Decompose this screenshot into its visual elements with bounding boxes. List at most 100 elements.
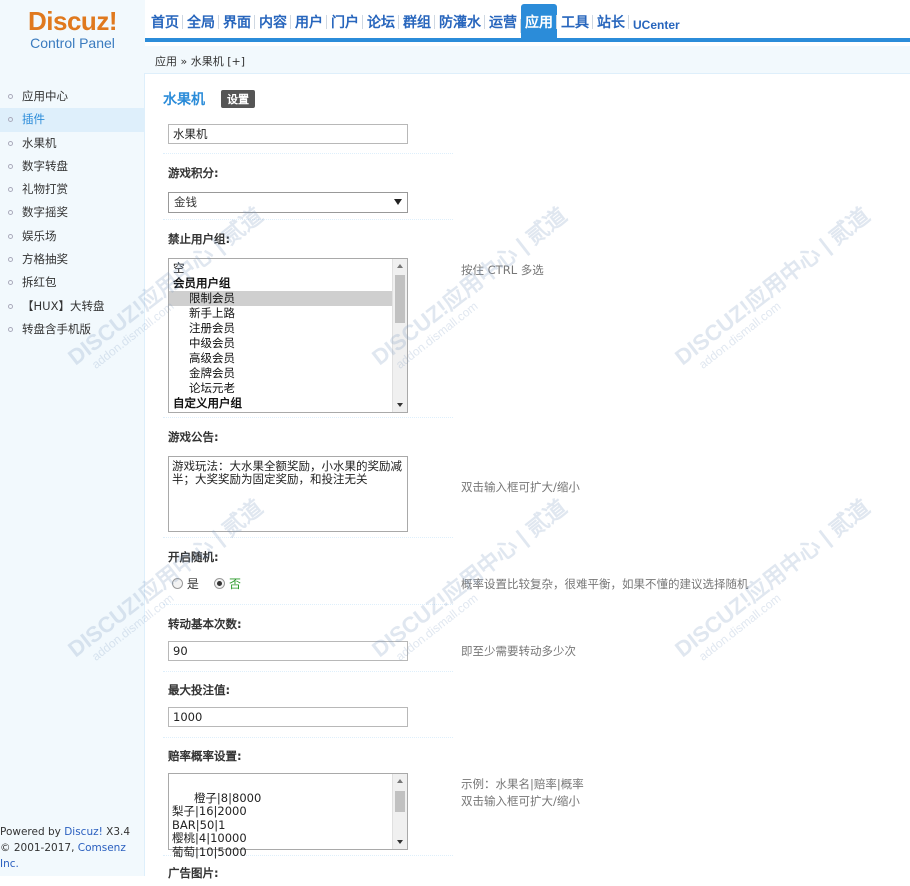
row-spin-count: 转动基本次数: 90 bbox=[163, 605, 453, 672]
settings-tab-button[interactable]: 设置 bbox=[221, 90, 255, 108]
spin-label: 转动基本次数: bbox=[168, 617, 242, 631]
listbox-option[interactable]: 限制会员 bbox=[169, 291, 407, 306]
sidebar-item-number-wheel[interactable]: 数字转盘 bbox=[0, 155, 144, 178]
nav-antispam[interactable]: 防灌水 bbox=[434, 12, 485, 38]
odds-textarea[interactable]: 橙子|8|8000 梨子|16|2000 BAR|50|1 樱桃|4|10000… bbox=[168, 773, 408, 858]
name-input[interactable]: 水果机 bbox=[168, 124, 408, 144]
sidebar-item-plugins[interactable]: 插件 bbox=[0, 108, 144, 132]
listbox-scrollbar[interactable] bbox=[392, 259, 407, 412]
notice-tip: 双击输入框可扩大/缩小 bbox=[461, 480, 580, 494]
random-yes-label[interactable]: 是 bbox=[187, 577, 199, 591]
row-random: 开启随机: 是 否 bbox=[163, 538, 453, 605]
random-radio-group: 是 否 bbox=[172, 575, 241, 592]
nav-operation[interactable]: 运营 bbox=[484, 12, 521, 38]
scroll-up-icon[interactable] bbox=[397, 264, 403, 268]
sidebar-item-fruit-machine[interactable]: 水果机 bbox=[0, 132, 144, 155]
sidebar-item-red-packet[interactable]: 拆红包 bbox=[0, 271, 144, 294]
odds-tip-resize: 双击输入框可扩大/缩小 bbox=[461, 794, 580, 808]
breadcrumb: 应用 » 水果机 [+] bbox=[145, 46, 910, 74]
random-yes-radio[interactable] bbox=[172, 578, 183, 589]
bullet-icon bbox=[8, 326, 13, 332]
sidebar: 应用中心 插件 水果机 数字转盘 礼物打赏 数字摇奖 娱乐场 方格抽奖 拆红包 … bbox=[0, 73, 145, 876]
odds-textarea-text: 橙子|8|8000 梨子|16|2000 BAR|50|1 樱桃|4|10000… bbox=[172, 790, 262, 859]
row-banned-groups: 禁止用户组: 空会员用户组 限制会员 新手上路 注册会员 中级会员 高级会员 金牌会员 论坛元… bbox=[163, 220, 453, 418]
odds-tip-example: 示例：水果名|赔率|概率 bbox=[461, 777, 584, 791]
nav-forum[interactable]: 论坛 bbox=[362, 12, 399, 38]
listbox-option[interactable]: 会员用户组 bbox=[169, 276, 407, 291]
sidebar-item-number-lottery[interactable]: 数字摇奖 bbox=[0, 201, 144, 224]
nav-global[interactable]: 全局 bbox=[182, 12, 219, 38]
dropdown-arrow-icon bbox=[394, 199, 402, 205]
page-title-bar: 水果机 设置 bbox=[163, 86, 910, 112]
listbox-option[interactable]: 中级会员 bbox=[169, 336, 407, 351]
main-content: 水果机 设置 水果机 游戏积分: 金钱 禁止用户组: 空会员用户组 限制会员 新手上… bbox=[163, 86, 910, 880]
nav-apps[interactable]: 应用 bbox=[520, 4, 557, 42]
listbox-option[interactable]: 注册会员 bbox=[169, 321, 407, 336]
sidebar-item-casino[interactable]: 娱乐场 bbox=[0, 225, 144, 248]
listbox-option[interactable]: 论坛元老 bbox=[169, 381, 407, 396]
scroll-up-icon[interactable] bbox=[397, 779, 403, 783]
banned-groups-listbox[interactable]: 空会员用户组 限制会员 新手上路 注册会员 中级会员 高级会员 金牌会员 论坛元老 自定义用户组 bbox=[168, 258, 408, 413]
sidebar-item-app-center[interactable]: 应用中心 bbox=[0, 85, 144, 108]
nav-portal[interactable]: 门户 bbox=[326, 12, 363, 38]
nav-tools[interactable]: 工具 bbox=[556, 12, 593, 38]
nav-admin[interactable]: 站长 bbox=[592, 12, 629, 38]
scroll-down-icon[interactable] bbox=[397, 840, 403, 844]
textarea-scrollbar[interactable] bbox=[392, 774, 407, 849]
sidebar-item-gift-tip[interactable]: 礼物打赏 bbox=[0, 178, 144, 201]
nav-home[interactable]: 首页 bbox=[147, 12, 183, 38]
random-no-radio[interactable] bbox=[214, 578, 226, 589]
ban-tip: 按住 CTRL 多选 bbox=[461, 263, 544, 277]
odds-tip: 示例：水果名|赔率|概率 双击输入框可扩大/缩小 bbox=[461, 776, 584, 810]
sidebar-item-grid-draw[interactable]: 方格抽奖 bbox=[0, 248, 144, 271]
nav-user[interactable]: 用户 bbox=[290, 12, 327, 38]
row-max-bet: 最大投注值: 1000 bbox=[163, 672, 453, 738]
scroll-down-icon[interactable] bbox=[397, 403, 403, 407]
spin-tip: 即至少需要转动多少次 bbox=[461, 644, 576, 658]
scroll-thumb[interactable] bbox=[395, 275, 405, 323]
bullet-icon bbox=[8, 140, 13, 146]
notice-textarea[interactable]: 游戏玩法：大水果全额奖励，小水果的奖励减半；大奖奖励为固定奖励，和投注无关 bbox=[168, 456, 408, 532]
listbox-option[interactable]: 空 bbox=[169, 261, 407, 276]
odds-label: 赔率概率设置: bbox=[168, 749, 242, 763]
copyright: © 2001-2017, Comsenz Inc. bbox=[0, 842, 126, 870]
page-title: 水果机 bbox=[163, 92, 205, 108]
breadcrumb-text[interactable]: 应用 » 水果机 [+] bbox=[155, 55, 245, 68]
row-credit: 游戏积分: 金钱 bbox=[163, 154, 453, 220]
scroll-thumb[interactable] bbox=[395, 791, 405, 812]
logo[interactable]: Discuz! Control Panel bbox=[0, 0, 145, 73]
logo-brand: Discuz! bbox=[28, 6, 117, 36]
bullet-icon bbox=[8, 187, 13, 193]
banned-groups-options: 空会员用户组 限制会员 新手上路 注册会员 中级会员 高级会员 金牌会员 论坛元老 自定义用户组 bbox=[169, 261, 407, 411]
bullet-icon bbox=[8, 280, 13, 286]
max-bet-label: 最大投注值: bbox=[168, 683, 231, 697]
bullet-icon bbox=[8, 94, 13, 99]
sidebar-item-hux-wheel[interactable]: 【HUX】大转盘 bbox=[0, 295, 144, 318]
credit-label: 游戏积分: bbox=[168, 166, 219, 180]
ban-label: 禁止用户组: bbox=[168, 232, 231, 246]
nav-style[interactable]: 界面 bbox=[218, 12, 255, 38]
ad-label: 广告图片: bbox=[168, 866, 219, 880]
listbox-option[interactable]: 自定义用户组 bbox=[169, 396, 407, 411]
random-tip: 概率设置比较复杂，很难平衡，如果不懂的建议选择随机 bbox=[461, 577, 749, 591]
discuz-link[interactable]: Discuz! bbox=[64, 826, 103, 838]
listbox-option[interactable]: 金牌会员 bbox=[169, 366, 407, 381]
nav-ucenter[interactable]: UCenter bbox=[628, 15, 684, 38]
bullet-icon bbox=[8, 257, 13, 263]
sidebar-item-mobile-wheel[interactable]: 转盘含手机版 bbox=[0, 318, 144, 341]
credit-select[interactable]: 金钱 bbox=[168, 192, 408, 213]
top-nav: 首页 全局 界面 内容 用户 门户 论坛 群组 防灌水 运营 应用 工具 站长 … bbox=[145, 0, 910, 42]
nav-group[interactable]: 群组 bbox=[398, 12, 435, 38]
random-no-label[interactable]: 否 bbox=[229, 577, 241, 591]
max-bet-input[interactable]: 1000 bbox=[168, 707, 408, 727]
bullet-icon bbox=[8, 163, 13, 169]
bullet-icon bbox=[8, 233, 13, 239]
spin-count-input[interactable]: 90 bbox=[168, 641, 408, 661]
listbox-option[interactable]: 高级会员 bbox=[169, 351, 407, 366]
nav-content[interactable]: 内容 bbox=[254, 12, 291, 38]
bullet-icon bbox=[8, 210, 13, 216]
listbox-option[interactable]: 新手上路 bbox=[169, 306, 407, 321]
top-header: Discuz! Control Panel 首页 全局 界面 内容 用户 门户 … bbox=[0, 0, 910, 73]
credit-select-value: 金钱 bbox=[174, 195, 197, 209]
watermark: DISCUZ!应用中心 | 贰道 addon.dismall.com bbox=[670, 202, 875, 372]
